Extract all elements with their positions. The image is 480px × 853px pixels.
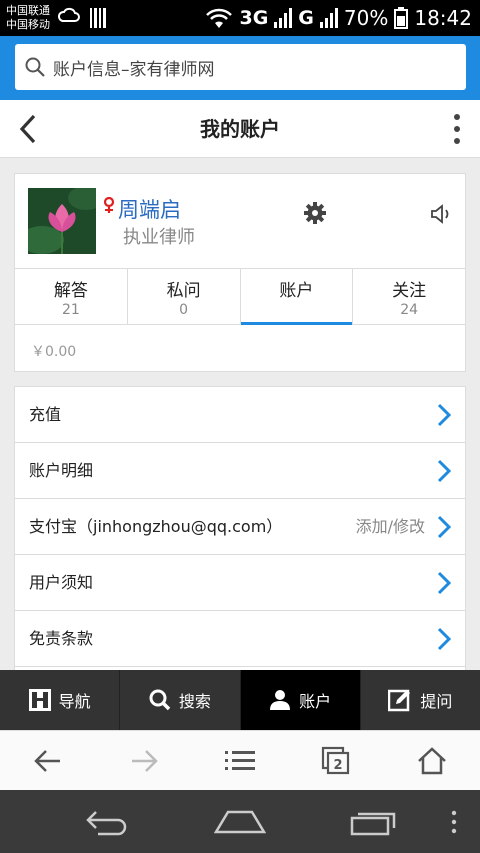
tab-following[interactable]: 关注 24 xyxy=(353,269,465,324)
cloud-icon xyxy=(58,7,80,22)
battery-percent: 70% xyxy=(343,6,389,30)
system-menu-icon[interactable] xyxy=(450,810,458,834)
status-bar: 中国联通 中国移动 3G G 70% 18:42 xyxy=(0,0,480,36)
edit-icon xyxy=(388,689,411,712)
account-menu: 充值 账户明细 支付宝（jinhongzhou@qq.com） 添加/修改 用户… xyxy=(14,386,466,670)
address-input[interactable]: 账户信息–家有律师网 xyxy=(15,44,466,90)
location-pin-icon xyxy=(103,197,115,213)
clock: 18:42 xyxy=(414,6,472,30)
avatar[interactable] xyxy=(28,188,96,254)
home-icon xyxy=(418,746,446,774)
chevron-right-icon xyxy=(437,627,451,651)
browser-back-button[interactable] xyxy=(0,731,96,790)
browser-toolbar: 2 xyxy=(0,730,480,790)
system-home-icon[interactable] xyxy=(214,808,266,836)
wifi-icon xyxy=(206,8,233,28)
barcode-icon xyxy=(90,8,106,28)
tab-account[interactable]: 账户 xyxy=(240,269,354,325)
browser-menu-button[interactable] xyxy=(192,731,288,790)
address-text: 账户信息–家有律师网 xyxy=(53,59,215,80)
account-tabs: 解答 21 私问 0 账户 关注 24 xyxy=(15,268,465,325)
chevron-right-icon xyxy=(437,571,451,595)
nav-label: 导航 xyxy=(58,692,91,711)
tab-private-questions[interactable]: 私问 0 xyxy=(128,269,241,324)
tab-count: 24 xyxy=(400,302,419,318)
search-icon xyxy=(25,57,45,77)
sitemap-icon xyxy=(28,689,51,711)
menu-lines-icon xyxy=(225,750,255,770)
menu-item-label: 用户须知 xyxy=(29,573,94,592)
browser-forward-button[interactable] xyxy=(96,731,192,790)
tab-label: 解答 xyxy=(53,281,88,301)
tab-count: 21 xyxy=(61,302,80,318)
tab-label: 账户 xyxy=(279,281,314,301)
menu-item-recharge[interactable]: 充值 xyxy=(15,387,465,443)
carrier-2: 中国移动 xyxy=(6,18,50,31)
signal-icon xyxy=(274,8,293,28)
tab-count: 0 xyxy=(179,302,189,318)
user-icon xyxy=(270,690,291,710)
account-balance: ￥0.00 xyxy=(31,344,77,360)
system-recents-icon[interactable] xyxy=(350,808,398,836)
user-name[interactable]: 周端启 xyxy=(118,194,181,224)
nav-label: 账户 xyxy=(299,692,332,711)
system-nav-bar xyxy=(0,790,480,853)
nav-label: 搜索 xyxy=(178,692,211,711)
signal-icon-2 xyxy=(319,8,338,28)
tab-label: 私问 xyxy=(166,281,201,301)
nav-item-navigation[interactable]: 导航 xyxy=(0,670,121,730)
chevron-right-icon xyxy=(437,459,451,483)
menu-item-disclaimer[interactable]: 免责条款 xyxy=(15,611,465,667)
chevron-right-icon xyxy=(437,515,451,539)
page-header: 我的账户 xyxy=(0,100,480,158)
more-vertical-icon[interactable] xyxy=(450,112,464,146)
tab-label: 关注 xyxy=(392,281,427,301)
battery-icon xyxy=(394,7,409,29)
menu-item-label: 充值 xyxy=(29,405,62,424)
browser-tabs-button[interactable]: 2 xyxy=(288,731,384,790)
network-1-label: 3G xyxy=(239,7,269,29)
arrow-left-icon xyxy=(34,749,60,772)
browser-address-bar: 账户信息–家有律师网 xyxy=(0,36,480,100)
arrow-right-icon xyxy=(132,749,158,772)
nav-item-ask[interactable]: 提问 xyxy=(361,670,480,730)
menu-item-label: 支付宝（jinhongzhou@qq.com） xyxy=(29,517,283,536)
nav-label: 提问 xyxy=(420,692,453,711)
menu-item-label: 免责条款 xyxy=(29,629,94,648)
tab-answers[interactable]: 解答 21 xyxy=(15,269,128,324)
gear-icon[interactable] xyxy=(304,202,326,224)
menu-item-user-notice[interactable]: 用户须知 xyxy=(15,555,465,611)
carrier-1: 中国联通 xyxy=(6,4,50,17)
tabs-icon: 2 xyxy=(321,746,350,774)
menu-item-alipay[interactable]: 支付宝（jinhongzhou@qq.com） 添加/修改 xyxy=(15,499,465,555)
page-title: 我的账户 xyxy=(200,117,280,141)
menu-item-account-details[interactable]: 账户明细 xyxy=(15,443,465,499)
network-2-label: G xyxy=(298,7,314,29)
menu-item-label: 账户明细 xyxy=(29,461,94,480)
system-back-icon[interactable] xyxy=(84,808,130,836)
profile-card: 周端启 执业律师 解答 21 私问 0 账户 关注 24 ￥0.00 xyxy=(14,173,466,372)
user-role: 执业律师 xyxy=(123,227,195,248)
browser-home-button[interactable] xyxy=(384,731,480,790)
carrier-labels: 中国联通 中国移动 xyxy=(6,4,50,32)
bottom-nav: 导航 搜索 账户 提问 xyxy=(0,670,480,730)
tab-count: 2 xyxy=(333,758,342,773)
chevron-right-icon xyxy=(437,403,451,427)
menu-item-action[interactable]: 添加/修改 xyxy=(356,499,425,555)
search-icon xyxy=(149,689,171,711)
nav-item-account[interactable]: 账户 xyxy=(240,670,361,730)
speaker-icon[interactable] xyxy=(430,204,454,224)
nav-item-search[interactable]: 搜索 xyxy=(120,670,241,730)
